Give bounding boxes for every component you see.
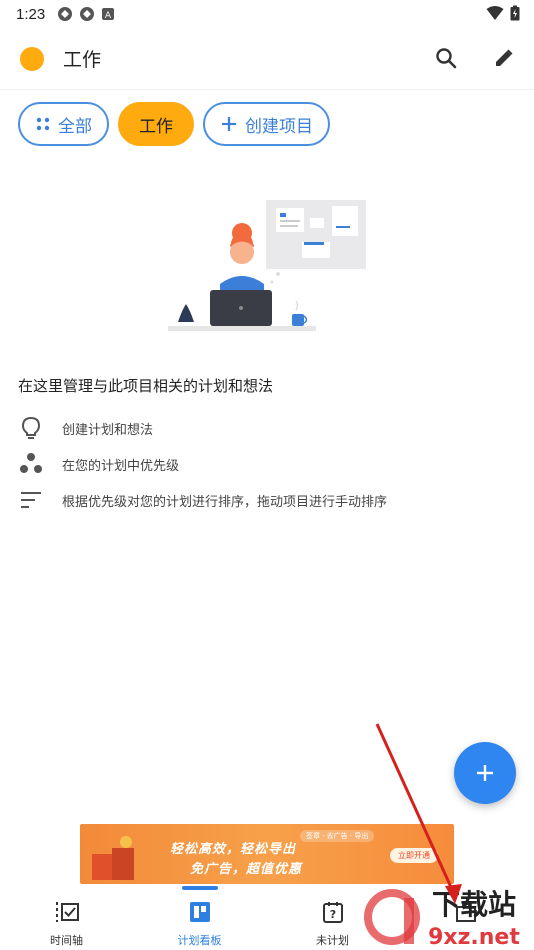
empty-state-illustration [168,200,366,331]
site-watermark: 下载站 9xz.net [364,888,520,950]
notification-app-icon [58,7,73,21]
info-list: 创建计划和想法 在您的计划中优先级 根据优先级对您的计划进行排序，拖动项目进行手… [18,410,518,518]
ad-headline: 轻松高效，轻松导出 [170,842,297,857]
svg-text:?: ? [329,908,335,921]
info-item-sort-text: 根据优先级对您的计划进行排序，拖动项目进行手动排序 [62,494,388,510]
chip-all[interactable]: 全部 [18,102,109,146]
info-item-sort: 根据优先级对您的计划进行排序，拖动项目进行手动排序 [18,482,518,518]
edit-button[interactable] [488,40,520,76]
watermark-url: 9xz.net [428,925,520,950]
unplanned-icon: ? [319,898,347,926]
nav-timeline-label: 时间轴 [50,934,83,947]
info-title: 在这里管理与此项目相关的计划和想法 [18,377,274,395]
battery-icon [510,5,520,21]
search-button[interactable] [430,40,462,76]
status-bar: 1:23 A [0,0,534,28]
timeline-icon [53,898,81,926]
pencil-icon [496,49,513,66]
info-item-priority: 在您的计划中优先级 [18,446,518,482]
priority-dots-icon [18,451,44,477]
project-color-dot [20,46,44,71]
board-icon [186,898,214,926]
chip-work-label: 工作 [139,116,173,137]
chip-all-label: 全部 [58,116,92,137]
chip-create-project-label: 创建项目 [245,116,313,137]
ad-subheadline: 免广告，超值优惠 [190,862,303,877]
notification-a-icon: A [102,8,115,21]
ad-tags: 签章 · 去广告 · 导出 [300,830,375,842]
nav-board[interactable]: 计划看板 [133,884,266,950]
status-notification-icons: A [57,6,115,22]
nav-board-label: 计划看板 [177,934,222,947]
page-title: 工作 [63,49,102,71]
chip-create-project[interactable]: 创建项目 [203,102,330,146]
notification-app-icon-2 [80,7,95,21]
status-time: 1:23 [16,5,46,23]
add-plan-fab[interactable] [454,742,516,804]
ad-gift-decoration [92,836,134,880]
info-item-create-text: 创建计划和想法 [62,422,154,438]
chip-work[interactable]: 工作 [118,102,194,146]
nav-unplanned-label: 未计划 [316,934,349,947]
sort-lines-icon [18,487,44,513]
nav-active-indicator [181,886,218,890]
plus-icon [220,115,238,133]
info-item-create: 创建计划和想法 [18,410,518,446]
svg-text:A: A [105,11,112,21]
grid-dots-icon [35,116,51,132]
ad-banner[interactable]: 签章 · 去广告 · 导出 轻松高效，轻松导出 免广告，超值优惠 立即开通 [80,824,454,884]
status-system-icons [486,5,520,21]
lightbulb-icon [18,415,44,441]
watermark-text: 下载站 [432,888,516,921]
app-bar: 工作 [0,28,534,90]
nav-timeline[interactable]: 时间轴 [0,884,133,950]
plus-icon [477,765,493,781]
ad-open-button[interactable]: 立即开通 [390,848,438,863]
project-filter-chips: 全部 工作 创建项目 [18,102,330,146]
search-icon [436,48,457,69]
info-item-priority-text: 在您的计划中优先级 [62,458,180,474]
wifi-icon [486,6,504,20]
